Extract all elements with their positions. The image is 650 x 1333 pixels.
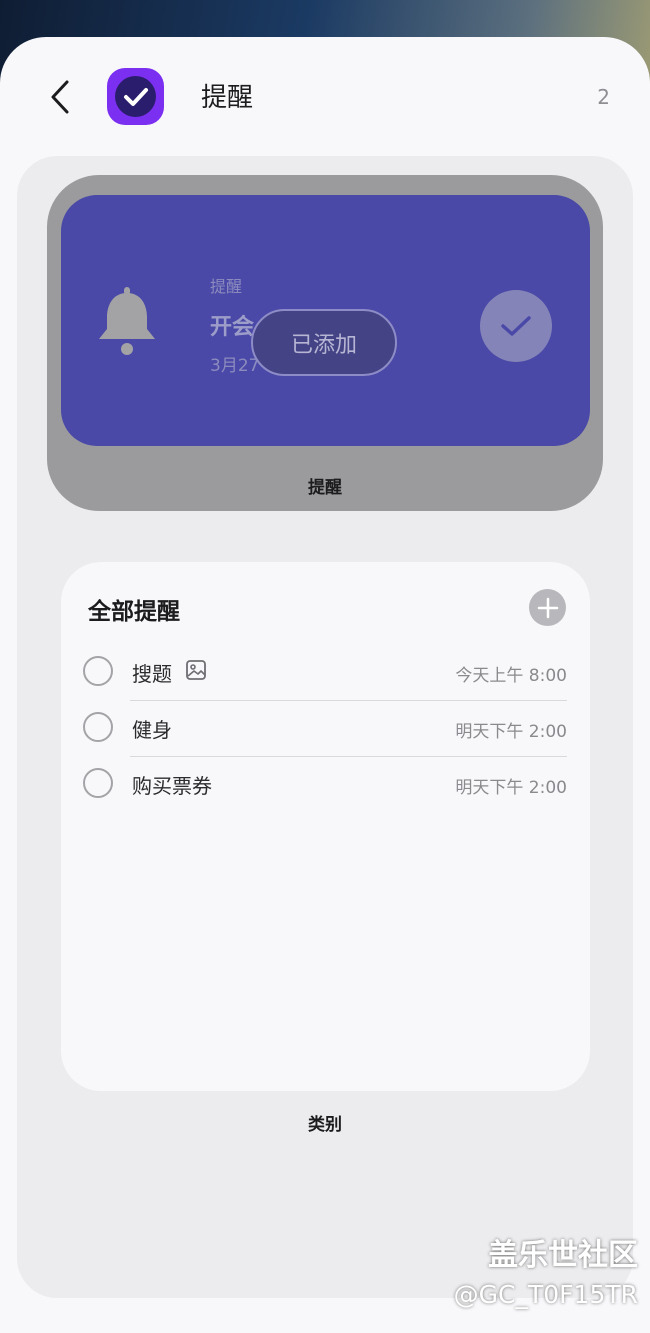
widget-caption: 提醒 (308, 478, 342, 498)
widget-reminder-date: 3月27 (210, 356, 260, 376)
category-caption: 类别 (308, 1115, 342, 1135)
page-title: 提醒 (201, 83, 254, 113)
item-label: 健身 (132, 718, 172, 742)
complete-radio[interactable] (83, 768, 113, 798)
widget-reminder-title: 开会 (210, 315, 255, 340)
watermark-handle: @GC_T0F15TR (453, 1280, 638, 1309)
complete-check-button[interactable] (480, 290, 552, 362)
app-icon (107, 68, 164, 125)
reminder-widget-preview: 提醒 开会 3月27 已添加 (61, 195, 590, 446)
item-time: 明天下午 2:00 (455, 778, 567, 798)
page-count: 2 (597, 85, 610, 109)
widget-panel: 提醒 开会 3月27 已添加 提醒 全部提醒 搜题 今天上午 8:00 健身 明… (17, 156, 633, 1298)
reminder-widget-card[interactable]: 提醒 开会 3月27 已添加 提醒 (47, 175, 603, 511)
item-time: 今天上午 8:00 (455, 666, 567, 686)
added-toast: 已添加 (251, 309, 397, 376)
complete-radio[interactable] (83, 656, 113, 686)
list-item[interactable]: 健身 明天下午 2:00 (83, 701, 567, 757)
bell-icon (99, 287, 155, 355)
image-icon (186, 660, 206, 680)
watermark-title: 盖乐世社区 (488, 1238, 638, 1273)
list-title: 全部提醒 (88, 599, 180, 625)
all-reminders-card[interactable]: 全部提醒 搜题 今天上午 8:00 健身 明天下午 2:00 购买票券 明天下午… (61, 562, 590, 1091)
app-sheet: 提醒 2 提醒 开会 3月27 已添加 提醒 全部提醒 搜题 今天上午 8:00… (0, 37, 650, 1333)
chevron-left-icon (51, 80, 69, 114)
plus-icon (537, 597, 558, 618)
item-time: 明天下午 2:00 (455, 722, 567, 742)
widget-label: 提醒 (210, 277, 243, 296)
item-label: 购买票券 (132, 774, 212, 798)
complete-radio[interactable] (83, 712, 113, 742)
add-reminder-button[interactable] (529, 589, 566, 626)
list-item[interactable]: 搜题 今天上午 8:00 (83, 645, 567, 701)
check-circle-icon (123, 87, 148, 106)
list-item[interactable]: 购买票券 明天下午 2:00 (83, 757, 567, 813)
item-label: 搜题 (132, 662, 172, 686)
check-icon (501, 316, 531, 336)
back-button[interactable] (42, 77, 78, 117)
